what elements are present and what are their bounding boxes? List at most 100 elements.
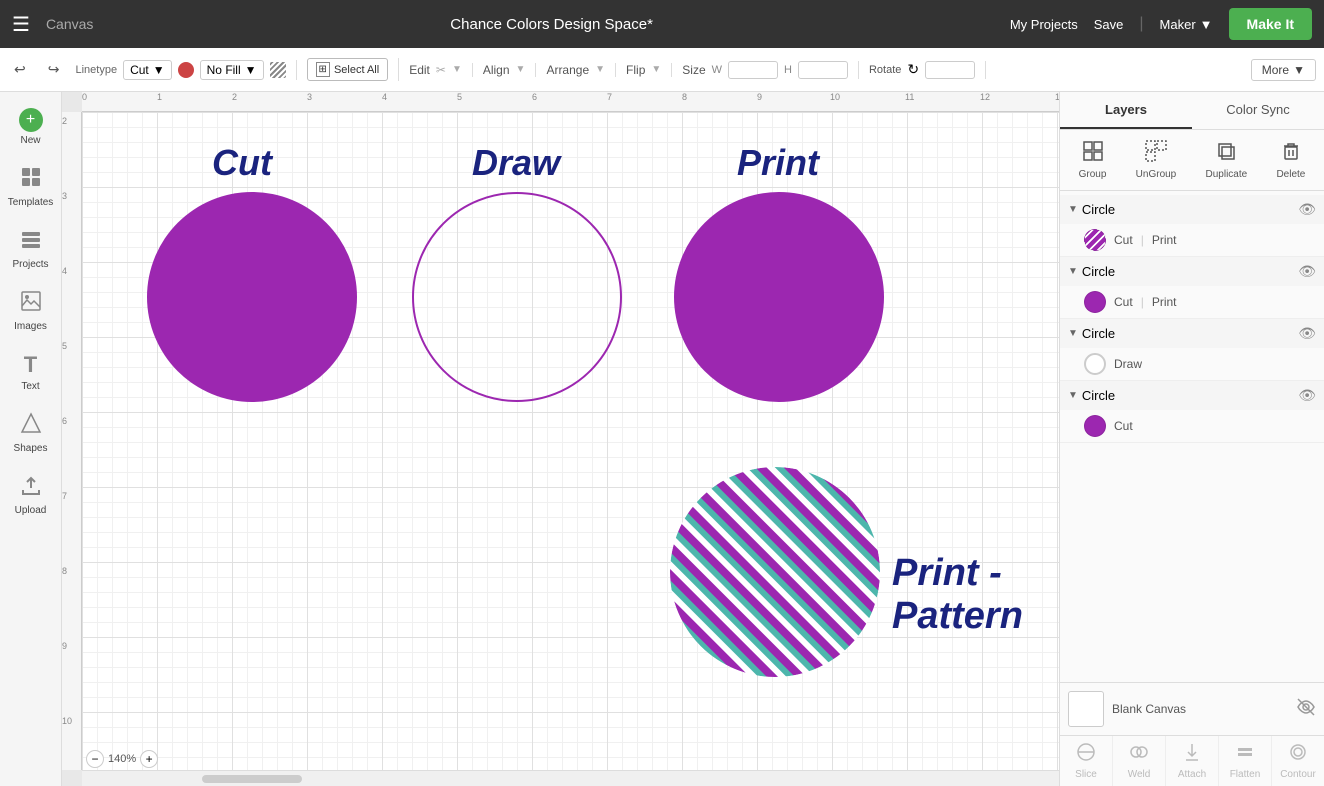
more-button[interactable]: More ▼ — [1251, 59, 1316, 81]
sidebar-item-label: Text — [21, 381, 39, 392]
layer-swatch-circle1 — [1084, 229, 1106, 251]
ruler-vertical: 2 3 4 5 6 7 8 9 10 — [62, 112, 82, 770]
circle-draw[interactable] — [412, 192, 622, 402]
layer-header-circle3[interactable]: ▼ Circle 👁 — [1060, 319, 1324, 348]
canvas-area[interactable]: 0 1 2 3 4 5 6 7 8 9 10 11 12 13 2 3 4 5 … — [62, 92, 1059, 786]
delete-button[interactable]: Delete — [1270, 136, 1311, 184]
contour-button[interactable]: Contour — [1272, 736, 1324, 786]
layer-item-text-cut2: Cut — [1114, 295, 1133, 309]
chevron-icon: ▼ — [1068, 266, 1078, 277]
sidebar-item-shapes[interactable]: Shapes — [4, 404, 58, 462]
circle-pattern[interactable] — [670, 467, 880, 677]
select-all-icon: ⊞ — [316, 62, 330, 77]
layer-item-circle2[interactable]: Cut | Print — [1060, 286, 1324, 318]
zoom-out-button[interactable]: − — [86, 750, 104, 768]
linetype-group: Linetype Cut ▼ No Fill ▼ — [75, 60, 296, 80]
slice-label: Slice — [1075, 769, 1097, 780]
attach-button[interactable]: Attach — [1166, 736, 1219, 786]
layer-item-text-cut4: Cut — [1114, 419, 1133, 433]
tab-color-sync[interactable]: Color Sync — [1192, 92, 1324, 129]
my-projects-link[interactable]: My Projects — [1010, 17, 1078, 32]
weld-icon — [1129, 742, 1149, 767]
size-w-input[interactable] — [728, 61, 778, 79]
circle-print[interactable] — [674, 192, 884, 402]
duplicate-button[interactable]: Duplicate — [1200, 136, 1254, 184]
ungroup-button[interactable]: UnGroup — [1130, 136, 1183, 184]
delete-icon — [1280, 140, 1302, 167]
menu-icon[interactable]: ☰ — [12, 12, 30, 37]
rotate-icon: ↻ — [907, 61, 919, 78]
layer-item-circle3[interactable]: Draw — [1060, 348, 1324, 380]
print-label: Print — [737, 142, 819, 184]
flatten-button[interactable]: Flatten — [1219, 736, 1272, 786]
zoom-controls: − 140% + — [86, 750, 158, 768]
line-style-swatch[interactable] — [270, 62, 286, 78]
layer-group-circle2: ▼ Circle 👁 Cut | Print — [1060, 257, 1324, 319]
layer-actions: Group UnGroup Duplicate Delete — [1060, 130, 1324, 191]
upload-icon — [20, 474, 42, 502]
undo-button[interactable]: ↩ — [8, 57, 32, 82]
save-button[interactable]: Save — [1094, 17, 1124, 32]
align-group: Align ▼ — [483, 63, 537, 77]
sidebar-item-images[interactable]: Images — [4, 282, 58, 340]
flatten-icon — [1235, 742, 1255, 767]
zoom-in-button[interactable]: + — [140, 750, 158, 768]
layer-item-circle4[interactable]: Cut — [1060, 410, 1324, 442]
templates-icon — [20, 166, 42, 194]
blank-canvas-section: Blank Canvas — [1060, 682, 1324, 735]
rotate-input[interactable] — [925, 61, 975, 79]
select-all-button[interactable]: ⊞ Select All — [307, 58, 389, 81]
blank-canvas-swatch[interactable] — [1068, 691, 1104, 727]
layer-name-circle2: Circle — [1082, 264, 1294, 279]
group-label: Group — [1079, 169, 1107, 180]
layer-name-circle3: Circle — [1082, 326, 1294, 341]
maker-dropdown[interactable]: Maker ▼ — [1160, 17, 1213, 32]
horizontal-scrollbar[interactable] — [82, 770, 1059, 786]
size-h-input[interactable] — [798, 61, 848, 79]
tab-layers[interactable]: Layers — [1060, 92, 1192, 129]
chevron-icon: ▼ — [1068, 390, 1078, 401]
layer-header-circle1[interactable]: ▼ Circle 👁 — [1060, 195, 1324, 224]
scrollbar-thumb[interactable] — [202, 775, 302, 783]
layer-visibility-circle1[interactable]: 👁 — [1298, 201, 1316, 218]
ungroup-label: UnGroup — [1136, 169, 1177, 180]
sidebar-item-label: Upload — [15, 505, 47, 516]
topbar: ☰ Canvas Chance Colors Design Space* My … — [0, 0, 1324, 48]
linetype-select[interactable]: Cut ▼ — [123, 60, 172, 80]
chevron-icon: ▼ — [1068, 328, 1078, 339]
group-button[interactable]: Group — [1073, 136, 1113, 184]
sidebar-item-new[interactable]: + New — [4, 100, 58, 154]
linetype-label: Linetype — [75, 64, 117, 76]
more-chevron-icon: ▼ — [1293, 63, 1305, 77]
layer-group-circle3: ▼ Circle 👁 Draw — [1060, 319, 1324, 381]
layer-header-circle4[interactable]: ▼ Circle 👁 — [1060, 381, 1324, 410]
app-name: Canvas — [46, 16, 93, 32]
attach-label: Attach — [1178, 769, 1206, 780]
make-it-button[interactable]: Make It — [1229, 8, 1312, 40]
right-panel: Layers Color Sync Group UnGroup — [1059, 92, 1324, 786]
sidebar-item-label: Images — [14, 321, 47, 332]
redo-button[interactable]: ↪ — [42, 57, 66, 82]
layer-header-circle2[interactable]: ▼ Circle 👁 — [1060, 257, 1324, 286]
contour-label: Contour — [1280, 769, 1316, 780]
fill-select[interactable]: No Fill ▼ — [200, 60, 264, 80]
sidebar-item-projects[interactable]: Projects — [4, 220, 58, 278]
fill-color-swatch[interactable] — [178, 62, 194, 78]
flatten-label: Flatten — [1230, 769, 1261, 780]
layer-visibility-circle2[interactable]: 👁 — [1298, 263, 1316, 280]
grid-canvas[interactable]: Cut Draw Print — [82, 112, 1059, 770]
layer-item-text-print1: Print — [1152, 233, 1177, 247]
layer-visibility-circle3[interactable]: 👁 — [1298, 325, 1316, 342]
circle-cut[interactable] — [147, 192, 357, 402]
sidebar-item-text[interactable]: T Text — [4, 344, 58, 400]
draw-label: Draw — [472, 142, 560, 184]
left-sidebar: + New Templates Projects Images T Text — [0, 92, 62, 786]
sidebar-item-templates[interactable]: Templates — [4, 158, 58, 216]
layer-visibility-circle4[interactable]: 👁 — [1298, 387, 1316, 404]
slice-button[interactable]: Slice — [1060, 736, 1113, 786]
layer-item-circle1[interactable]: Cut | Print — [1060, 224, 1324, 256]
layer-item-text-draw: Draw — [1114, 357, 1142, 371]
sidebar-item-upload[interactable]: Upload — [4, 466, 58, 524]
weld-button[interactable]: Weld — [1113, 736, 1166, 786]
hide-all-icon[interactable] — [1296, 697, 1316, 722]
